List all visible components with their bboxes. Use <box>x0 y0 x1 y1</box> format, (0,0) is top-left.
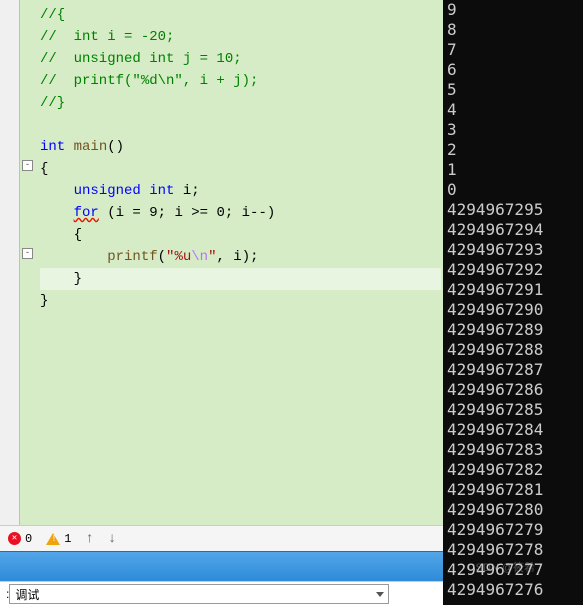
code-line: // unsigned int j = 10; <box>40 51 242 67</box>
console-line: 4294967281 <box>447 480 579 500</box>
code-line: { <box>40 158 441 180</box>
toolbar-strip <box>0 551 443 581</box>
watermark: CSDN @筱希 <box>468 559 535 575</box>
config-dropdown[interactable]: 调试 <box>9 584 389 604</box>
code-line: // int i = -20; <box>40 29 174 45</box>
code-line: } <box>40 290 441 312</box>
dropdown-bar: : 调试 <box>0 581 443 605</box>
nav-down-icon[interactable]: ↓ <box>108 531 116 547</box>
console-line: 4294967285 <box>447 400 579 420</box>
warning-count[interactable]: 1 <box>46 532 71 546</box>
console-line: 4294967284 <box>447 420 579 440</box>
code-area: - - //{ // int i = -20; // unsigned int … <box>0 0 443 525</box>
console-line: 7 <box>447 40 579 60</box>
console-line: 1 <box>447 160 579 180</box>
fold-toggle[interactable]: - <box>22 160 33 171</box>
code-line: { <box>40 224 441 246</box>
console-line: 3 <box>447 120 579 140</box>
console-line: 8 <box>447 20 579 40</box>
console-line: 4294967283 <box>447 440 579 460</box>
console-line: 4294967294 <box>447 220 579 240</box>
blank-line <box>40 114 441 136</box>
console-line: 5 <box>447 80 579 100</box>
status-bar: ✕ 0 1 ↑ ↓ <box>0 525 443 551</box>
gutter <box>0 0 20 525</box>
root: - - //{ // int i = -20; // unsigned int … <box>0 0 583 605</box>
nav-up-icon[interactable]: ↑ <box>85 531 93 547</box>
console-line: 4294967287 <box>447 360 579 380</box>
console-line: 4 <box>447 100 579 120</box>
code-line: } <box>40 268 441 290</box>
console-line: 4294967278 <box>447 540 579 560</box>
console-line: 9 <box>447 0 579 20</box>
console-line: 4294967276 <box>447 580 579 600</box>
fold-column: - - <box>20 0 38 525</box>
code-line: for (i = 9; i >= 0; i--) <box>40 202 441 224</box>
console-line: 4294967292 <box>447 260 579 280</box>
console-line: 2 <box>447 140 579 160</box>
fold-toggle[interactable]: - <box>22 248 33 259</box>
warning-icon <box>46 533 60 545</box>
error-count[interactable]: ✕ 0 <box>8 532 32 546</box>
console-line: 6 <box>447 60 579 80</box>
console-line: 4294967280 <box>447 500 579 520</box>
editor-pane: - - //{ // int i = -20; // unsigned int … <box>0 0 443 605</box>
code-line: //} <box>40 95 65 111</box>
console-line: 4294967289 <box>447 320 579 340</box>
code-line: // printf("%d\n", i + j); <box>40 73 258 89</box>
code-line: //{ <box>40 7 65 23</box>
console-line: 4294967295 <box>447 200 579 220</box>
error-icon: ✕ <box>8 532 21 545</box>
console-line: 4294967288 <box>447 340 579 360</box>
console-line: 4294967291 <box>447 280 579 300</box>
code-line: printf("%u\n", i); <box>40 246 441 268</box>
console-output[interactable]: 9876543210429496729542949672944294967293… <box>443 0 583 605</box>
console-line: 4294967290 <box>447 300 579 320</box>
console-line: 4294967293 <box>447 240 579 260</box>
code-content[interactable]: //{ // int i = -20; // unsigned int j = … <box>38 0 443 525</box>
console-line: 0 <box>447 180 579 200</box>
console-line: 4294967282 <box>447 460 579 480</box>
console-line: 4294967286 <box>447 380 579 400</box>
console-line: 4294967279 <box>447 520 579 540</box>
code-line: int main() <box>40 136 441 158</box>
code-line: unsigned int i; <box>40 180 441 202</box>
